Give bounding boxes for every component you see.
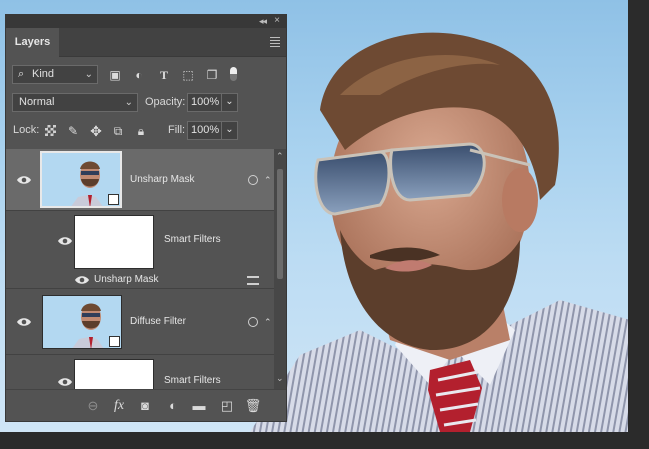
- fill-field[interactable]: 100% ⌄: [187, 121, 238, 140]
- collapse-effects-icon[interactable]: ⌃: [264, 175, 272, 186]
- lock-all-icon[interactable]: 🔒︎: [133, 124, 149, 138]
- smart-filters-label: Smart Filters: [164, 375, 221, 386]
- smart-object-badge-icon: [109, 336, 120, 347]
- layer-row[interactable]: Diffuse Filter ⌃: [6, 289, 274, 355]
- filter-blending-options-icon[interactable]: [247, 276, 259, 285]
- shape-filter-icon[interactable]: ⬚: [180, 68, 196, 82]
- delete-layer-icon[interactable]: 🗑︎: [244, 398, 262, 414]
- lock-position-icon[interactable]: ✥: [88, 124, 104, 138]
- adjustment-layer-icon[interactable]: ◐: [164, 398, 182, 413]
- eye-visibility-icon[interactable]: [57, 377, 73, 387]
- eye-visibility-icon[interactable]: [74, 275, 90, 285]
- layers-panel[interactable]: ◂◂ × Layers ⌕ Kind ⌄ ▣ ◐ T ⬚ ❐ Normal ⌄: [5, 14, 287, 422]
- opacity-value: 100%: [191, 96, 220, 108]
- type-filter-icon[interactable]: T: [156, 68, 172, 82]
- eye-visibility-icon[interactable]: [57, 236, 73, 246]
- smart-filter-mask-thumbnail[interactable]: [74, 215, 154, 269]
- layer-name[interactable]: Diffuse Filter: [130, 315, 186, 329]
- smart-filter-indicator-icon: [248, 317, 258, 327]
- image-filter-icon[interactable]: ▣: [107, 68, 123, 82]
- collapse-panel-icon[interactable]: ◂◂: [259, 16, 267, 27]
- filter-name[interactable]: Unsharp Mask: [94, 273, 158, 287]
- filter-row: ⌕ Kind ⌄ ▣ ◐ T ⬚ ❐: [6, 65, 286, 87]
- fx-icon[interactable]: fx: [110, 398, 128, 414]
- smart-filters-label: Smart Filters: [164, 234, 221, 245]
- smart-filters-row[interactable]: Smart Filters: [6, 355, 274, 389]
- smart-object-filter-icon[interactable]: ❐: [204, 68, 220, 82]
- new-group-icon[interactable]: ▬: [190, 398, 208, 413]
- add-mask-icon[interactable]: ◙: [136, 398, 154, 413]
- canvas-border-right: [628, 0, 649, 449]
- lock-transparent-icon[interactable]: [45, 125, 56, 136]
- blend-row: Normal ⌄ Opacity: 100% ⌄: [6, 93, 286, 115]
- layer-name[interactable]: Unsharp Mask: [130, 173, 194, 187]
- fill-label: Fill:: [168, 124, 186, 136]
- new-layer-icon[interactable]: ◰: [218, 398, 236, 414]
- panel-tab-bar: Layers: [6, 28, 286, 57]
- adjustment-filter-icon[interactable]: ◐: [131, 68, 147, 82]
- layer-row[interactable]: Unsharp Mask ⌃: [6, 149, 274, 211]
- collapse-effects-icon[interactable]: ⌃: [264, 317, 272, 328]
- opacity-field[interactable]: 100% ⌄: [187, 93, 238, 112]
- smart-filter-indicator-icon: [248, 175, 258, 185]
- scroll-up-icon[interactable]: ⌃: [276, 151, 284, 162]
- smart-object-badge-icon: [108, 194, 119, 205]
- layer-thumbnail[interactable]: [40, 151, 122, 208]
- panel-menu-icon[interactable]: [270, 37, 280, 47]
- filter-kind-select[interactable]: ⌕ Kind ⌄: [12, 65, 98, 84]
- layer-thumbnail[interactable]: [42, 295, 122, 349]
- filter-kind-label: Kind: [32, 68, 55, 80]
- lock-image-icon[interactable]: ✎: [65, 124, 81, 138]
- layers-scrollbar[interactable]: ⌃ ⌄: [274, 149, 286, 389]
- eye-visibility-icon[interactable]: [16, 175, 32, 185]
- search-icon: ⌕: [18, 68, 25, 80]
- chevron-down-icon: ⌄: [124, 97, 133, 108]
- lock-label: Lock:: [13, 124, 40, 136]
- close-panel-icon[interactable]: ×: [274, 15, 280, 26]
- chevron-down-icon: ⌄: [84, 69, 93, 80]
- blend-mode-select[interactable]: Normal ⌄: [12, 93, 138, 112]
- panel-title-bar[interactable]: ◂◂ ×: [6, 15, 286, 28]
- lock-row: Lock: ✎ ✥ ⧉ 🔒︎ Fill: 100% ⌄: [6, 121, 286, 143]
- smart-filters-row[interactable]: Smart Filters Unsharp Mask: [6, 211, 274, 289]
- photoshop-workspace: ◂◂ × Layers ⌕ Kind ⌄ ▣ ◐ T ⬚ ❐ Normal ⌄: [0, 0, 649, 449]
- link-layers-icon[interactable]: ⊖: [84, 398, 102, 414]
- smart-filter-mask-thumbnail[interactable]: [74, 359, 154, 389]
- fill-dropdown-icon[interactable]: ⌄: [221, 121, 237, 140]
- blend-mode-value: Normal: [19, 96, 55, 108]
- layers-bottom-toolbar: ⊖ fx ◙ ◐ ▬ ◰ 🗑︎: [6, 389, 286, 421]
- opacity-label: Opacity:: [145, 96, 186, 108]
- layers-list[interactable]: Unsharp Mask ⌃ Smart Filters Unsharp Mas…: [6, 149, 274, 389]
- scrollbar-thumb[interactable]: [277, 169, 283, 279]
- lock-artboard-icon[interactable]: ⧉: [110, 124, 126, 138]
- eye-visibility-icon[interactable]: [16, 317, 32, 327]
- canvas-border-bottom: [0, 432, 649, 449]
- scroll-down-icon[interactable]: ⌄: [276, 373, 284, 384]
- tab-layers[interactable]: Layers: [6, 28, 59, 57]
- fill-value: 100%: [191, 124, 220, 136]
- filter-toggle-icon[interactable]: [230, 67, 237, 81]
- opacity-dropdown-icon[interactable]: ⌄: [221, 93, 237, 112]
